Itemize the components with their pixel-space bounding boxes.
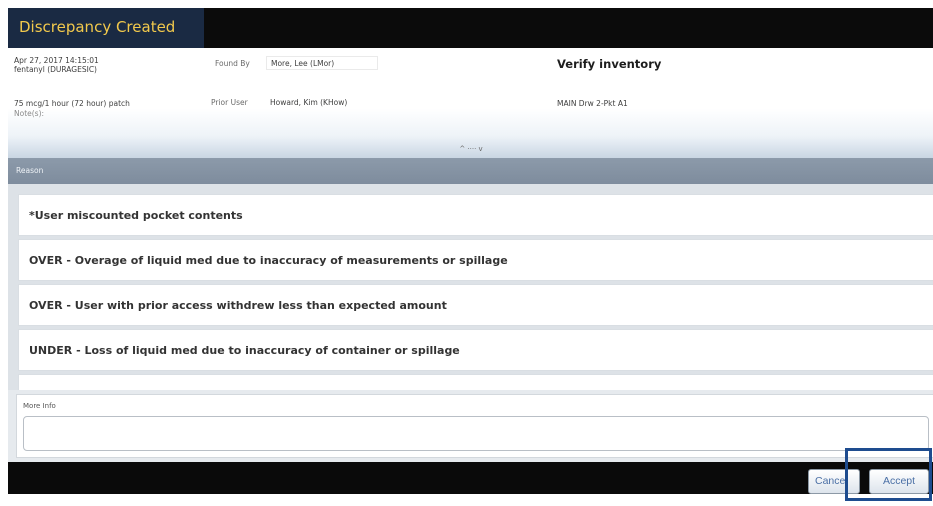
reason-option-under-liquid[interactable]: UNDER - Loss of liquid med due to inaccu… [18,329,933,371]
notes-label: Note(s): [14,109,45,118]
reason-option-label: *User miscounted pocket contents [29,209,243,222]
accept-highlight-frame [845,448,932,501]
discrepancy-dialog: Discrepancy Created Apr 27, 2017 14:15:0… [8,8,933,494]
reason-option-label: OVER - Overage of liquid med due to inac… [29,254,508,267]
pocket-location: MAIN Drw 2-Pkt A1 [557,99,628,108]
reason-label: Reason [16,166,44,175]
title-bar: Discrepancy Created [8,8,933,48]
reason-header: Reason [8,158,933,184]
more-info-section: More Info [8,390,933,462]
prior-user-value: Howard, Kim (KHow) [270,98,348,107]
reason-list[interactable]: *User miscounted pocket contents OVER - … [8,184,933,390]
reason-option-over-liquid[interactable]: OVER - Overage of liquid med due to inac… [18,239,933,281]
details-collapse-toggle[interactable]: ^ ···· v [440,145,502,157]
reason-option-label: UNDER - Loss of liquid med due to inaccu… [29,344,460,357]
discrepancy-datetime: Apr 27, 2017 14:15:01 [14,56,99,65]
found-by-value: More, Lee (LMor) [271,59,335,68]
medication-dose: 75 mcg/1 hour (72 hour) patch [14,99,130,108]
found-by-label: Found By [215,59,250,68]
reason-option-label: OVER - User with prior access withdrew l… [29,299,447,312]
dialog-title: Discrepancy Created [19,18,176,36]
more-info-panel: More Info [16,394,933,458]
discrepancy-details: Apr 27, 2017 14:15:01 fentanyl (DURAGESI… [8,48,933,158]
dialog-footer: Cancel Accept [8,462,933,494]
reason-option-over-prior-access[interactable]: OVER - User with prior access withdrew l… [18,284,933,326]
title-tab: Discrepancy Created [8,8,204,48]
more-info-input[interactable] [23,416,929,451]
prior-user-label: Prior User [211,98,248,107]
medication-name: fentanyl (DURAGESIC) [14,65,97,74]
reason-option-miscounted[interactable]: *User miscounted pocket contents [18,194,933,236]
more-info-label: More Info [23,402,56,410]
reason-option-partial[interactable] [18,374,933,390]
task-title: Verify inventory [557,57,662,71]
